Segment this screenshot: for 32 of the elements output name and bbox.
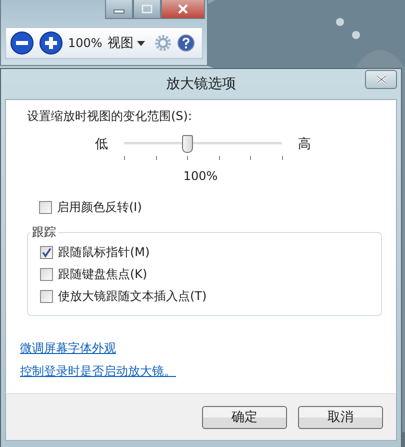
checkbox-label[interactable]: 启用颜色反转(I) (57, 198, 142, 216)
group-title: 跟踪 (31, 224, 57, 241)
close-button[interactable] (365, 70, 397, 89)
zoom-range-label: 设置缩放时视图的变化范围(S): (27, 108, 194, 125)
caret-icon (137, 40, 146, 46)
checkbox[interactable] (40, 268, 53, 280)
dialog-title: 放大镜选项 (166, 75, 236, 93)
cancel-button[interactable]: 取消 (298, 406, 383, 428)
close-icon[interactable] (161, 0, 205, 19)
view-menu[interactable]: 视图 (107, 34, 146, 52)
ok-button[interactable]: 确定 (202, 406, 287, 428)
zoom-in-icon[interactable] (39, 31, 63, 55)
high-label: 高 (298, 136, 311, 153)
help-icon[interactable] (177, 34, 196, 52)
minimize-icon[interactable] (105, 0, 133, 19)
checkbox-label[interactable]: 使放大镜跟随文本插入点(T) (58, 288, 207, 304)
checkbox-label[interactable]: 跟随键盘焦点(K) (58, 266, 148, 282)
link[interactable]: 控制登录时是否启动放大镜。 (20, 363, 176, 380)
restore-icon[interactable] (133, 0, 161, 19)
zoom-level: 100% (68, 36, 102, 50)
slider-thumb[interactable] (182, 135, 194, 153)
zoom-out-icon[interactable] (10, 31, 34, 55)
link[interactable]: 微调屏幕字体外观 (20, 340, 116, 357)
zoom-reading: 100% (183, 169, 218, 183)
checkbox[interactable] (40, 246, 53, 258)
close-icon (376, 75, 386, 84)
checkbox-label[interactable]: 跟随鼠标指针(M) (58, 244, 150, 260)
checkbox[interactable] (39, 200, 52, 214)
checkbox[interactable] (40, 290, 53, 302)
zoom-slider[interactable] (124, 135, 282, 161)
settings-icon[interactable] (154, 34, 172, 52)
low-label: 低 (95, 136, 108, 153)
